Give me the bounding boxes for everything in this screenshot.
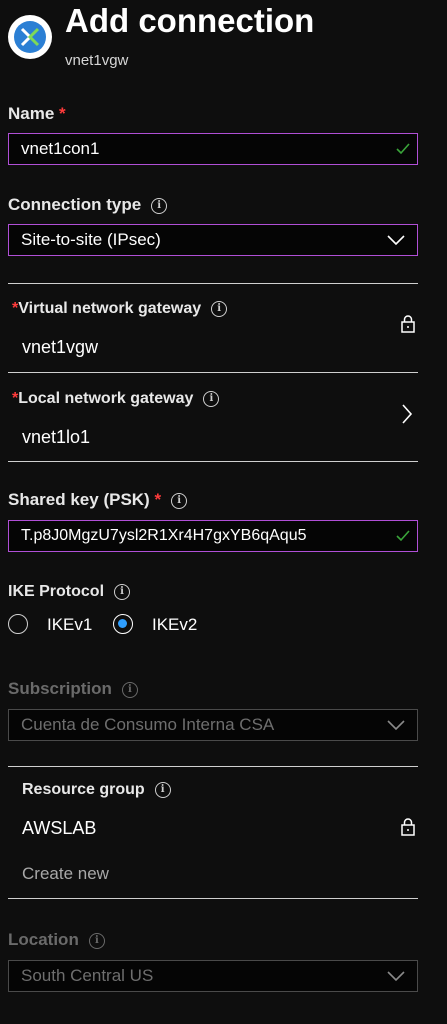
subscription-select: Cuenta de Consumo Interna CSA — [8, 709, 418, 741]
info-icon[interactable]: i — [154, 782, 171, 798]
ikev2-radio[interactable] — [113, 614, 133, 634]
info-icon[interactable]: i — [203, 391, 220, 407]
info-icon[interactable]: i — [171, 493, 188, 509]
info-icon[interactable]: i — [88, 933, 105, 949]
connection-type-value: Site-to-site (IPsec) — [21, 230, 161, 249]
shared-key-value: T.p8J0MgzU7ysl2R1Xr4H7gxYB6qAqu5 — [21, 527, 307, 544]
ikev2-label[interactable]: IKEv2 — [152, 615, 197, 635]
divider — [8, 898, 418, 899]
connection-type-label: Connection type i — [8, 195, 168, 215]
virtual-network-gateway-value: vnet1vgw — [22, 337, 99, 357]
virtual-network-gateway-label: *Virtual network gateway i — [12, 300, 228, 318]
check-icon — [396, 530, 410, 542]
ikev1-label[interactable]: IKEv1 — [47, 615, 92, 635]
lock-icon — [401, 818, 415, 836]
connection-icon — [8, 15, 52, 59]
ikev1-radio[interactable] — [8, 614, 28, 634]
name-label: Name * — [8, 104, 66, 123]
resource-group-value: AWSLAB — [22, 818, 97, 838]
divider — [8, 766, 418, 767]
shared-key-label: Shared key (PSK) * i — [8, 490, 188, 510]
local-network-gateway-picker[interactable]: *Local network gateway i vnet1lo1 — [8, 373, 418, 461]
location-value: South Central US — [21, 966, 154, 985]
local-network-gateway-label: *Local network gateway i — [12, 390, 220, 408]
name-input[interactable]: vnet1con1 — [8, 133, 418, 165]
check-icon — [396, 143, 410, 155]
ike-protocol-label: IKE Protocol i — [8, 583, 131, 601]
lock-icon — [401, 315, 415, 333]
chevron-right-icon — [402, 404, 413, 424]
page-title: Add connection — [65, 2, 315, 39]
subscription-label: Subscription i — [8, 679, 138, 699]
divider — [8, 283, 418, 284]
resource-group-label: Resource group i — [22, 781, 171, 799]
shared-key-input[interactable]: T.p8J0MgzU7ysl2R1Xr4H7gxYB6qAqu5 — [8, 520, 418, 552]
radio-selected-dot — [118, 619, 127, 628]
page-subtitle: vnet1vgw — [65, 52, 129, 69]
info-icon[interactable]: i — [114, 584, 131, 600]
local-network-gateway-value: vnet1lo1 — [22, 427, 91, 447]
info-icon[interactable]: i — [121, 682, 138, 698]
location-select: South Central US — [8, 960, 418, 992]
name-value: vnet1con1 — [21, 139, 100, 158]
chevron-down-icon — [387, 720, 405, 731]
subscription-value: Cuenta de Consumo Interna CSA — [21, 715, 275, 734]
create-new-link[interactable]: Create new — [22, 864, 109, 884]
info-icon[interactable]: i — [151, 198, 168, 214]
divider — [8, 461, 418, 462]
chevron-down-icon — [387, 971, 405, 982]
required-marker: * — [59, 104, 66, 123]
info-icon[interactable]: i — [211, 301, 228, 317]
location-label: Location i — [8, 930, 105, 950]
chevron-down-icon — [387, 235, 405, 246]
connection-type-select[interactable]: Site-to-site (IPsec) — [8, 224, 418, 256]
